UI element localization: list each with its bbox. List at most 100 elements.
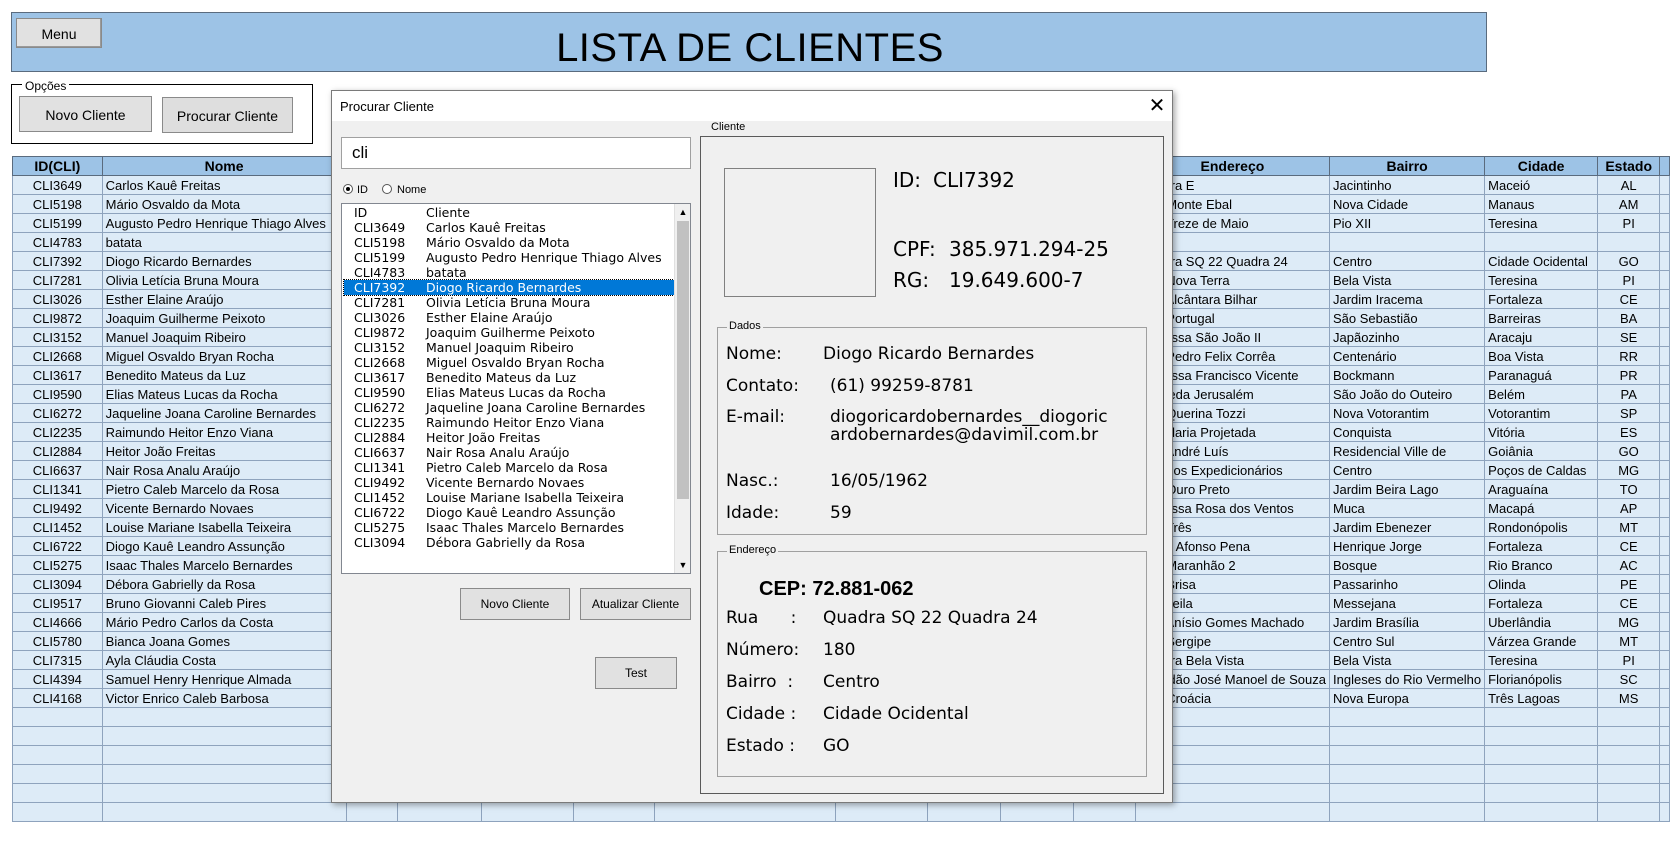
- table-cell[interactable]: Mário Osvaldo da Mota: [101, 194, 347, 214]
- table-cell[interactable]: [1484, 707, 1598, 727]
- table-cell[interactable]: [1328, 707, 1486, 727]
- table-cell[interactable]: Boa Vista: [1484, 346, 1598, 366]
- table-cell[interactable]: [1328, 783, 1486, 803]
- table-cell[interactable]: Teresina: [1484, 650, 1598, 670]
- table-cell[interactable]: [1659, 346, 1670, 366]
- table-cell[interactable]: Araguaína: [1484, 479, 1598, 499]
- table-cell[interactable]: [1659, 479, 1670, 499]
- table-cell[interactable]: [1659, 726, 1670, 746]
- table-cell[interactable]: Cidade Ocidental: [1484, 251, 1598, 271]
- table-cell[interactable]: [1328, 802, 1486, 822]
- table-cell[interactable]: [12, 764, 103, 784]
- table-cell[interactable]: CLI2668: [12, 346, 103, 366]
- table-cell[interactable]: [1659, 213, 1670, 233]
- table-cell[interactable]: [1000, 802, 1074, 822]
- table-cell[interactable]: Nova Cidade: [1328, 194, 1486, 214]
- table-cell[interactable]: [1659, 574, 1670, 594]
- table-cell[interactable]: [1659, 460, 1670, 480]
- table-cell[interactable]: CLI6272: [12, 403, 103, 423]
- table-cell[interactable]: [1328, 764, 1486, 784]
- table-cell[interactable]: AM: [1596, 194, 1661, 214]
- table-cell[interactable]: Pietro Caleb Marcelo da Rosa: [101, 479, 347, 499]
- search-input[interactable]: [341, 137, 691, 169]
- table-cell[interactable]: MG: [1596, 460, 1661, 480]
- table-cell[interactable]: [1596, 783, 1661, 803]
- list-item[interactable]: CLI1452 Louise Mariane Isabella Teixeira: [344, 490, 674, 505]
- close-icon[interactable]: ✕: [1146, 95, 1168, 117]
- list-item[interactable]: CLI7392 Diogo Ricardo Bernardes: [343, 279, 675, 296]
- table-cell[interactable]: Olivia Letícia Bruna Moura: [101, 270, 347, 290]
- table-cell[interactable]: CLI5275: [12, 555, 103, 575]
- table-cell[interactable]: [12, 802, 103, 822]
- table-cell[interactable]: [480, 802, 574, 822]
- table-cell[interactable]: [1659, 802, 1670, 822]
- table-cell[interactable]: Teresina: [1484, 213, 1598, 233]
- table-cell[interactable]: [101, 726, 347, 746]
- table-cell[interactable]: Samuel Henry Henrique Almada: [101, 669, 347, 689]
- table-cell[interactable]: [12, 707, 103, 727]
- table-cell[interactable]: GO: [1596, 251, 1661, 271]
- table-cell[interactable]: Centro: [1328, 251, 1486, 271]
- table-cell[interactable]: MT: [1596, 631, 1661, 651]
- table-cell[interactable]: BA: [1596, 308, 1661, 328]
- table-cell[interactable]: [1484, 726, 1598, 746]
- table-cell[interactable]: batata: [101, 232, 347, 252]
- table-cell[interactable]: Bela Vista: [1328, 270, 1486, 290]
- table-cell[interactable]: [1659, 422, 1670, 442]
- scroll-up-icon[interactable]: ▲: [675, 204, 690, 220]
- table-cell[interactable]: [1596, 764, 1661, 784]
- table-cell[interactable]: CLI3649: [12, 175, 103, 195]
- table-cell[interactable]: Elias Mateus Lucas da Rocha: [101, 384, 347, 404]
- table-cell[interactable]: [1659, 384, 1670, 404]
- table-cell[interactable]: Victor Enrico Caleb Barbosa: [101, 688, 347, 708]
- table-cell[interactable]: Maceió: [1484, 175, 1598, 195]
- table-cell[interactable]: AC: [1596, 555, 1661, 575]
- table-cell[interactable]: Bela Vista: [1328, 650, 1486, 670]
- table-cell[interactable]: [1328, 745, 1486, 765]
- table-cell[interactable]: Esther Elaine Araújo: [101, 289, 347, 309]
- table-cell[interactable]: Várzea Grande: [1484, 631, 1598, 651]
- table-cell[interactable]: Rondonópolis: [1484, 517, 1598, 537]
- table-cell[interactable]: CLI6722: [12, 536, 103, 556]
- table-cell[interactable]: Centro Sul: [1328, 631, 1486, 651]
- table-cell[interactable]: [1659, 194, 1670, 214]
- table-cell[interactable]: TO: [1596, 479, 1661, 499]
- table-cell[interactable]: CLI7392: [12, 251, 103, 271]
- list-item[interactable]: CLI2668 Miguel Osvaldo Bryan Rocha: [344, 355, 674, 370]
- table-cell[interactable]: Nova Votorantim: [1328, 403, 1486, 423]
- table-cell[interactable]: CLI5199: [12, 213, 103, 233]
- table-cell[interactable]: MG: [1596, 612, 1661, 632]
- table-cell[interactable]: Pio XII: [1328, 213, 1486, 233]
- table-cell[interactable]: [1659, 441, 1670, 461]
- table-cell[interactable]: CLI9492: [12, 498, 103, 518]
- table-cell[interactable]: PI: [1596, 213, 1661, 233]
- test-button[interactable]: Test: [595, 657, 677, 689]
- table-cell[interactable]: Miguel Osvaldo Bryan Rocha: [101, 346, 347, 366]
- table-cell[interactable]: [1596, 802, 1661, 822]
- sheet-column-header[interactable]: [1659, 156, 1670, 176]
- list-item[interactable]: CLI3617 Benedito Mateus da Luz: [344, 370, 674, 385]
- table-cell[interactable]: [1659, 783, 1670, 803]
- table-cell[interactable]: Aracaju: [1484, 327, 1598, 347]
- table-cell[interactable]: [1596, 707, 1661, 727]
- list-item[interactable]: CLI3152 Manuel Joaquim Ribeiro: [344, 340, 674, 355]
- table-cell[interactable]: CLI3026: [12, 289, 103, 309]
- table-cell[interactable]: CE: [1596, 536, 1661, 556]
- table-cell[interactable]: PI: [1596, 270, 1661, 290]
- table-cell[interactable]: [1659, 365, 1670, 385]
- list-item[interactable]: CLI7281 Olivia Letícia Bruna Moura: [344, 295, 674, 310]
- table-cell[interactable]: Votorantim: [1484, 403, 1598, 423]
- table-cell[interactable]: [1659, 327, 1670, 347]
- sheet-column-header[interactable]: Bairro: [1328, 156, 1486, 176]
- table-cell[interactable]: [1596, 745, 1661, 765]
- table-cell[interactable]: GO: [1596, 441, 1661, 461]
- table-cell[interactable]: [1659, 612, 1670, 632]
- dialog-new-client-button[interactable]: Novo Cliente: [460, 588, 570, 620]
- search-client-button[interactable]: Procurar Cliente: [162, 97, 293, 133]
- table-cell[interactable]: CLI4783: [12, 232, 103, 252]
- table-cell[interactable]: Muca: [1328, 498, 1486, 518]
- table-cell[interactable]: [1659, 555, 1670, 575]
- table-cell[interactable]: SC: [1596, 669, 1661, 689]
- table-cell[interactable]: Henrique Jorge: [1328, 536, 1486, 556]
- table-cell[interactable]: Fortaleza: [1484, 593, 1598, 613]
